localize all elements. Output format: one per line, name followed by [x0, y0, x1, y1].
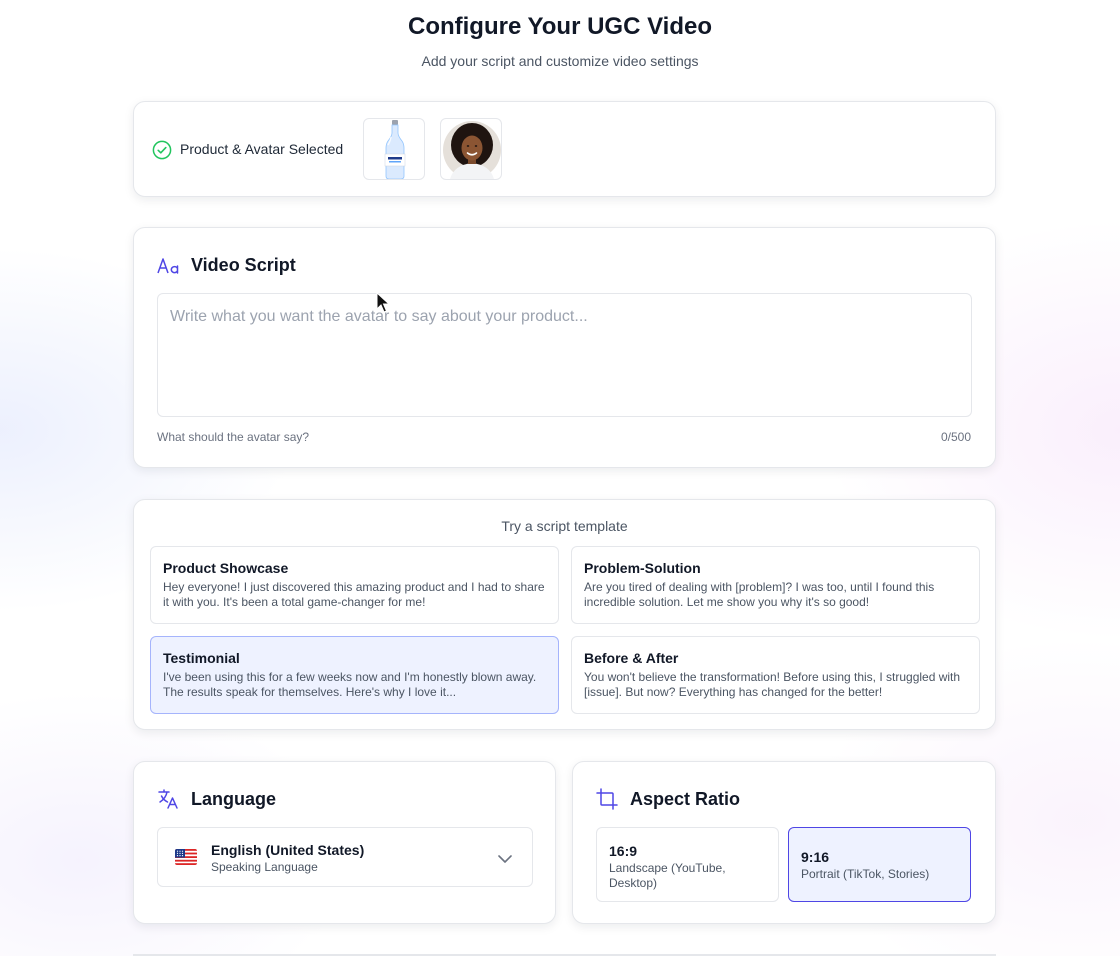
selection-status-label: Product & Avatar Selected — [180, 141, 344, 157]
template-before-after[interactable]: Before & After You won't believe the tra… — [571, 636, 980, 714]
aspect-ratio-description: Portrait (TikTok, Stories) — [801, 867, 930, 881]
check-circle-icon — [152, 140, 172, 160]
crop-icon — [596, 788, 618, 810]
template-name: Problem-Solution — [584, 560, 701, 576]
chevron-down-icon — [498, 855, 512, 863]
page-subtitle: Add your script and customize video sett… — [421, 53, 699, 69]
language-subtitle: Speaking Language — [211, 860, 318, 874]
translate-icon — [158, 789, 178, 809]
video-script-card: Video Script What should the avatar say?… — [133, 227, 996, 468]
aspect-option-9-16[interactable]: 9:16 Portrait (TikTok, Stories) — [788, 827, 971, 902]
aspect-ratio-description: Landscape (YouTube, Desktop) — [609, 861, 726, 890]
avatar-thumbnail[interactable] — [440, 118, 502, 180]
template-body: You won't believe the transformation! Be… — [584, 670, 961, 699]
avatar-portrait-image — [443, 121, 501, 179]
script-hint: What should the avatar say? — [157, 430, 310, 444]
template-testimonial[interactable]: Testimonial I've been using this for a f… — [150, 636, 559, 714]
aspect-ratio-value: 9:16 — [801, 849, 830, 865]
template-body: Hey everyone! I just discovered this ama… — [163, 580, 545, 609]
aspect-ratio-value: 16:9 — [609, 843, 638, 859]
template-name: Before & After — [584, 650, 679, 666]
us-flag-icon — [175, 849, 197, 865]
video-script-heading: Video Script — [191, 255, 296, 275]
aspect-ratio-heading: Aspect Ratio — [630, 789, 741, 809]
selection-summary-card: Product & Avatar Selected — [133, 101, 996, 197]
language-select[interactable]: English (United States) Speaking Languag… — [157, 827, 533, 887]
text-format-icon — [157, 258, 179, 274]
language-heading: Language — [191, 789, 277, 809]
template-product-showcase[interactable]: Product Showcase Hey everyone! I just di… — [150, 546, 559, 624]
language-selected-value: English (United States) — [211, 842, 365, 858]
language-card: Language English (United States) Speakin… — [133, 761, 556, 924]
character-counter: 0/500 — [940, 430, 971, 444]
template-body: I've been using this for a few weeks now… — [163, 670, 537, 699]
aspect-option-16-9[interactable]: 16:9 Landscape (YouTube, Desktop) — [596, 827, 779, 902]
templates-title: Try a script template — [501, 518, 628, 534]
template-name: Product Showcase — [163, 560, 289, 576]
aspect-ratio-card: Aspect Ratio 16:9 Landscape (YouTube, De… — [572, 761, 996, 924]
product-thumbnail[interactable] — [363, 118, 425, 180]
script-templates-card: Try a script template Product Showcase H… — [133, 499, 996, 730]
page-title: Configure Your UGC Video — [407, 13, 713, 40]
template-problem-solution[interactable]: Problem-Solution Are you tired of dealin… — [571, 546, 980, 624]
script-textarea[interactable] — [157, 293, 972, 417]
template-name: Testimonial — [163, 650, 240, 666]
product-bottle-image — [384, 120, 406, 179]
template-body: Are you tired of dealing with [problem]?… — [584, 580, 935, 609]
